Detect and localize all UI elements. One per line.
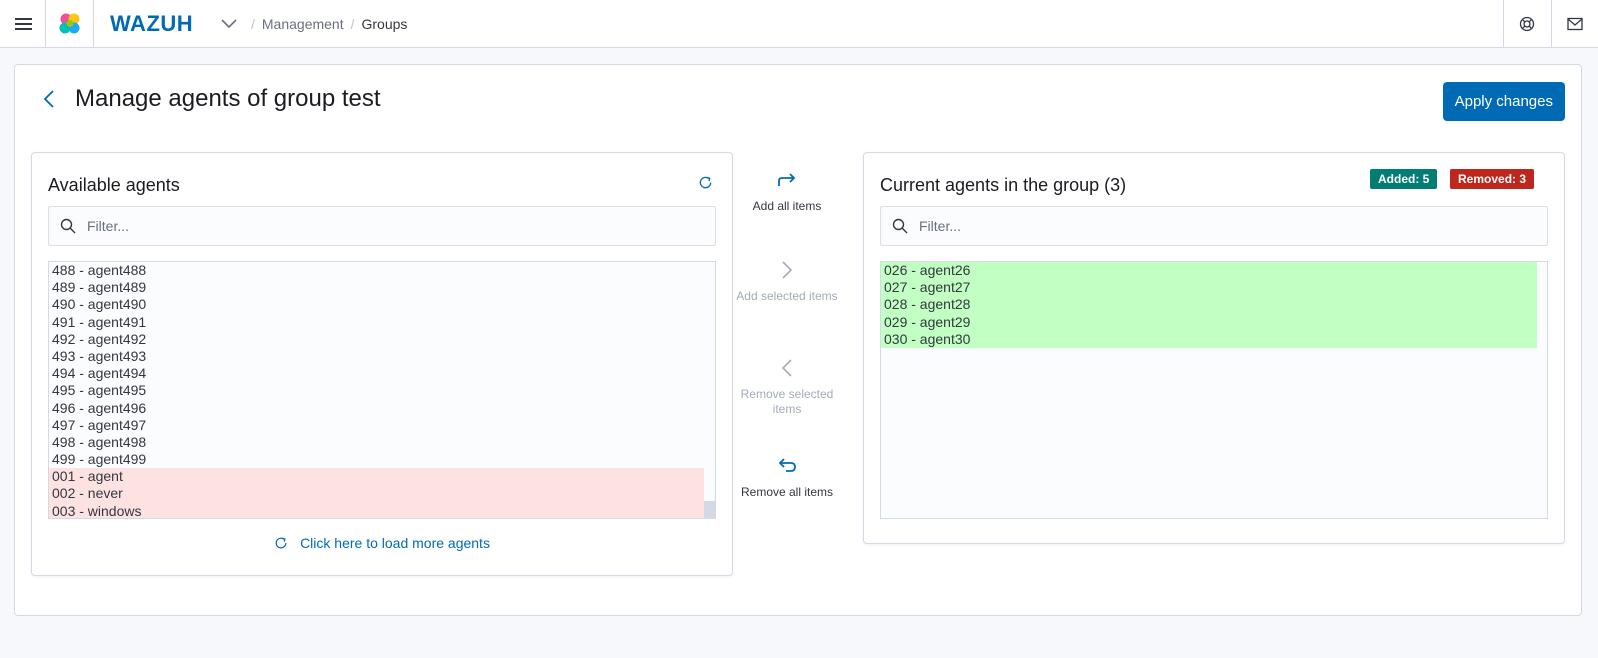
list-item[interactable]: 491 - agent491 [49,314,705,331]
list-item[interactable]: 497 - agent497 [49,417,705,434]
share-arrow-icon [735,169,839,191]
breadcrumb: / Management / Groups [244,0,407,47]
current-agents-title: Current agents in the group (3) [880,175,1127,195]
list-item[interactable]: 494 - agent494 [49,365,705,382]
available-agents-list[interactable]: 488 - agent488 489 - agent489 490 - agen… [48,261,716,519]
breadcrumb-groups: Groups [361,15,408,32]
list-item-removed[interactable]: 003 - windows [49,502,705,518]
list-item[interactable]: 499 - agent499 [49,451,705,468]
header-divider [45,0,46,47]
list-item-added[interactable]: 029 - agent29 [881,313,1537,331]
add-selected-items-label: Add selected items [736,289,838,303]
load-more-label[interactable]: Click here to load more agents [300,535,490,551]
list-item-added[interactable]: 027 - agent27 [881,279,1537,297]
header-divider [1551,0,1552,47]
apply-changes-button[interactable]: Apply changes [1442,82,1565,121]
chevron-right-icon [735,259,839,281]
page-title: Manage agents of group test [75,85,381,112]
list-item[interactable]: 496 - agent496 [49,400,705,417]
available-agents-title: Available agents [48,175,180,195]
list-item[interactable]: 493 - agent493 [49,348,705,365]
remove-all-items-label: Remove all items [740,485,834,499]
removed-count-badge: Removed: 3 [1450,169,1535,189]
chevron-left-icon[interactable] [37,87,61,111]
list-item-removed[interactable]: 001 - agent [49,468,705,486]
breadcrumb-management[interactable]: Management [262,16,344,32]
breadcrumb-separator: / [251,15,255,32]
current-filter-input[interactable] [919,218,1547,234]
scrollbar-track[interactable] [704,262,715,518]
header-divider [1503,0,1504,47]
list-item-added[interactable]: 028 - agent28 [881,296,1537,314]
available-agents-card: Available agents 488 - agent488 489 - ag… [31,152,733,576]
remove-selected-items-label: Remove selected items [740,387,834,416]
mail-icon[interactable] [1560,0,1590,47]
added-count-badge: Added: 5 [1370,169,1438,189]
remove-selected-items-button[interactable]: Remove selected items [735,357,839,417]
hamburger-menu-icon[interactable] [8,0,38,47]
refresh-icon[interactable] [696,173,714,191]
search-icon [881,218,919,234]
header-divider [93,0,94,47]
list-item[interactable]: 492 - agent492 [49,331,705,348]
app-logo-icon[interactable] [54,0,86,47]
top-header: WAZUH / Management / Groups [0,0,1598,48]
help-lifebuoy-icon[interactable] [1512,0,1542,47]
breadcrumb-separator: / [350,15,355,32]
brand-logo[interactable]: WAZUH [110,0,193,47]
add-all-items-label: Add all items [752,199,822,213]
chevron-left-icon [735,357,839,379]
add-selected-items-button[interactable]: Add selected items [735,259,839,304]
load-more-agents-link[interactable]: Click here to load more agents [32,535,732,551]
available-filter [48,206,716,246]
list-item-added[interactable]: 030 - agent30 [881,330,1537,348]
list-item-added[interactable]: 026 - agent26 [881,262,1537,280]
available-filter-input[interactable] [87,218,715,234]
undo-arrow-icon [735,455,839,477]
refresh-icon [274,536,288,550]
list-item[interactable]: 489 - agent489 [49,279,705,296]
list-item-removed[interactable]: 002 - never [49,485,705,503]
current-filter [880,206,1548,246]
list-item[interactable]: 498 - agent498 [49,434,705,451]
current-agents-list[interactable]: 026 - agent26 027 - agent27 028 - agent2… [880,261,1548,519]
current-agents-card: Current agents in the group (3) Added: 5… [863,152,1565,544]
add-all-items-button[interactable]: Add all items [735,169,839,214]
scrollbar-thumb[interactable] [704,501,715,518]
list-item[interactable]: 490 - agent490 [49,296,705,313]
manage-agents-panel: Manage agents of group test Apply change… [14,64,1582,616]
search-icon [49,218,87,234]
chevron-down-icon[interactable] [218,0,240,47]
remove-all-items-button[interactable]: Remove all items [735,455,839,500]
list-item[interactable]: 488 - agent488 [49,262,705,279]
list-item[interactable]: 495 - agent495 [49,382,705,399]
